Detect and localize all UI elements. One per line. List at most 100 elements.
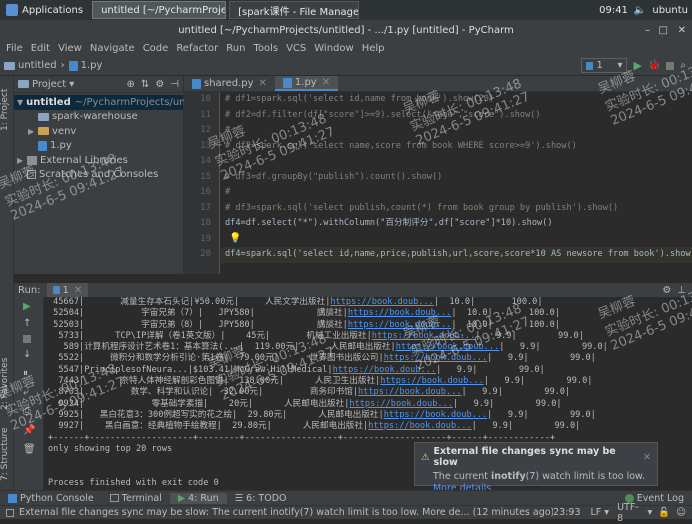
code-line: df4=df.select("*").withColumn("百分制评分",df… (225, 218, 553, 228)
pin-icon[interactable]: 📌 (23, 425, 43, 436)
arrow-up-icon[interactable]: ↑ (23, 318, 43, 329)
wrap-icon[interactable]: ⤶ (23, 387, 43, 398)
console-line: 9924| 零基础学素描| 20元| 人民邮电出版社|https://book.… (48, 398, 562, 409)
minimize-icon[interactable]: – (645, 25, 650, 36)
line-separator[interactable]: LF (591, 507, 602, 518)
menu-window[interactable]: Window (310, 43, 357, 54)
python-file-icon (52, 286, 60, 294)
notification-body-post: (7) watch limit is too low. (525, 471, 645, 482)
tab-label: Python Console (20, 492, 94, 504)
gear-icon[interactable]: ⚙ (662, 285, 671, 296)
chevron-down-icon[interactable]: ▾ (69, 79, 74, 90)
code-line: # df2=df.filter(df["score"]>=9).select("… (225, 109, 541, 120)
tree-item-untitled[interactable]: ▼ untitled ~/PycharmProjects/unt (14, 95, 190, 110)
tool-tab-structure[interactable]: 7: Structure (0, 421, 14, 487)
close-icon[interactable]: ✕ (643, 452, 651, 463)
notification-title: External file changes sync may be slow (433, 446, 616, 468)
tree-item-label: External Libraries (40, 154, 128, 166)
close-icon[interactable]: ✕ (678, 25, 686, 36)
tree-item-scratches[interactable]: Scratches and Consoles (14, 168, 183, 183)
folder-icon (4, 61, 15, 70)
menu-help[interactable]: Help (358, 43, 389, 54)
line-number: 14 (200, 156, 211, 166)
menu-view[interactable]: View (54, 43, 86, 54)
caret-position[interactable]: 23:93 (553, 507, 580, 518)
close-icon[interactable]: ✕ (259, 78, 267, 89)
lock-icon[interactable]: 🔓 (658, 507, 670, 518)
task-pycharm[interactable]: untitled [~/PycharmProjects/untitled] (92, 1, 227, 19)
line-number: 10 (200, 94, 211, 104)
code-editor[interactable]: 💡 # df1=spark.sql('select id,name from b… (221, 92, 692, 274)
stop-icon[interactable] (23, 335, 31, 343)
tree-item-venv[interactable]: ▶ venv (14, 124, 183, 139)
tab-label: Terminal (121, 492, 162, 504)
tab-terminal[interactable]: Terminal (102, 493, 170, 504)
user-menu[interactable]: ubuntu (652, 5, 688, 16)
target-icon[interactable]: ⊕ (127, 79, 135, 90)
file-encoding[interactable]: UTF-8 (617, 502, 644, 524)
tab-label: shared.py (204, 78, 254, 89)
tab-python-console[interactable]: Python Console (0, 493, 102, 504)
project-panel-header: Project ▾ ⊕ ⇅ ⚙ ⊣ (14, 76, 183, 93)
applications-icon (6, 4, 18, 16)
line-number: 13 (200, 140, 211, 151)
project-panel-title[interactable]: Project (32, 79, 66, 90)
tab-1-py[interactable]: 1.py ✕ (274, 76, 339, 91)
left-tool-stripe: 1: Project 2: Favorites 7: Structure (0, 76, 14, 490)
code-line: # df3=spark.sql('select publish,count(*)… (225, 202, 619, 213)
menu-tools[interactable]: Tools (249, 43, 282, 54)
rerun-icon[interactable]: ▶ (23, 301, 43, 312)
applications-menu[interactable]: Applications (0, 0, 89, 20)
menu-vcs[interactable]: VCS (282, 43, 310, 54)
line-number: 15 (200, 171, 211, 182)
menu-edit[interactable]: Edit (27, 43, 54, 54)
hide-icon[interactable]: ⊥ (677, 285, 686, 296)
run-config-select[interactable]: 1 ▾ (581, 58, 628, 73)
console-line: 45667| 减量生存本石头记|¥50.00元| 人民文学出版社|https:/… (48, 297, 543, 307)
tab-run[interactable]: ▶ 4: Run (169, 492, 227, 504)
lightbulb-icon[interactable]: 💡 (229, 233, 241, 244)
run-config-label: 1 (596, 60, 603, 71)
task-file-manager[interactable]: [spark课件 - File Manager] (229, 1, 360, 19)
status-message[interactable]: External file changes sync may be slow: … (19, 507, 553, 518)
trash-icon[interactable]: 🗑 (23, 444, 43, 455)
run-panel-title: Run: (18, 284, 41, 296)
menu-navigate[interactable]: Navigate (86, 43, 139, 54)
tool-tab-favorites[interactable]: 2: Favorites (0, 352, 14, 416)
hide-icon[interactable]: ⊣ (170, 79, 179, 90)
console-line: 9927| 黑白画意：经典植物手绘教程| 29.80元| 人民邮电出版社|htt… (48, 421, 581, 432)
navigation-bar: untitled › 1.py 1 ▾ ▶ 🐞 ⌕ (0, 56, 692, 76)
status-icon[interactable] (6, 508, 14, 517)
run-tab[interactable]: 1 ✕ (46, 283, 89, 297)
menu-refactor[interactable]: Refactor (172, 43, 222, 54)
tree-item-spark-warehouse[interactable]: spark-warehouse (14, 110, 183, 125)
tool-tab-project[interactable]: 1: Project (0, 80, 14, 140)
breadcrumb-file[interactable]: 1.py (81, 60, 103, 71)
inspector-icon[interactable]: ☺ (676, 507, 686, 518)
close-icon[interactable]: ✕ (74, 285, 82, 296)
library-icon (27, 155, 37, 165)
tab-todo[interactable]: ☰ 6: TODO (227, 493, 295, 504)
maximize-icon[interactable]: □ (659, 25, 668, 36)
run-icon[interactable]: ▶ (633, 59, 641, 72)
volume-icon[interactable]: 🔈 (634, 5, 646, 16)
tree-item-external-libraries[interactable]: ▶ External Libraries (14, 153, 183, 168)
print-icon[interactable]: ⎙ (23, 406, 43, 417)
arrow-down-icon[interactable]: ↓ (23, 349, 43, 360)
tree-item-1py[interactable]: 1.py (14, 139, 183, 154)
close-icon[interactable]: ✕ (322, 77, 330, 88)
stop-icon[interactable] (666, 61, 675, 70)
tab-shared-py[interactable]: shared.py ✕ (184, 76, 275, 91)
collapse-icon[interactable]: ⇅ (141, 79, 149, 90)
search-icon[interactable]: ⌕ (680, 60, 686, 71)
gear-icon[interactable]: ⚙ (155, 79, 164, 90)
tab-label: 6: TODO (246, 492, 287, 504)
menu-file[interactable]: File (2, 43, 27, 54)
pause-icon[interactable]: ⏸ (23, 368, 43, 379)
breadcrumb-project[interactable]: untitled (18, 60, 57, 71)
menu-code[interactable]: Code (139, 43, 173, 54)
notification-balloon[interactable]: ⚠ External file changes sync may be slow… (414, 442, 658, 494)
debug-icon[interactable]: 🐞 (648, 60, 660, 71)
menu-run[interactable]: Run (222, 43, 249, 54)
code-line: # df2=spark.sql('select name,score from … (225, 140, 577, 151)
